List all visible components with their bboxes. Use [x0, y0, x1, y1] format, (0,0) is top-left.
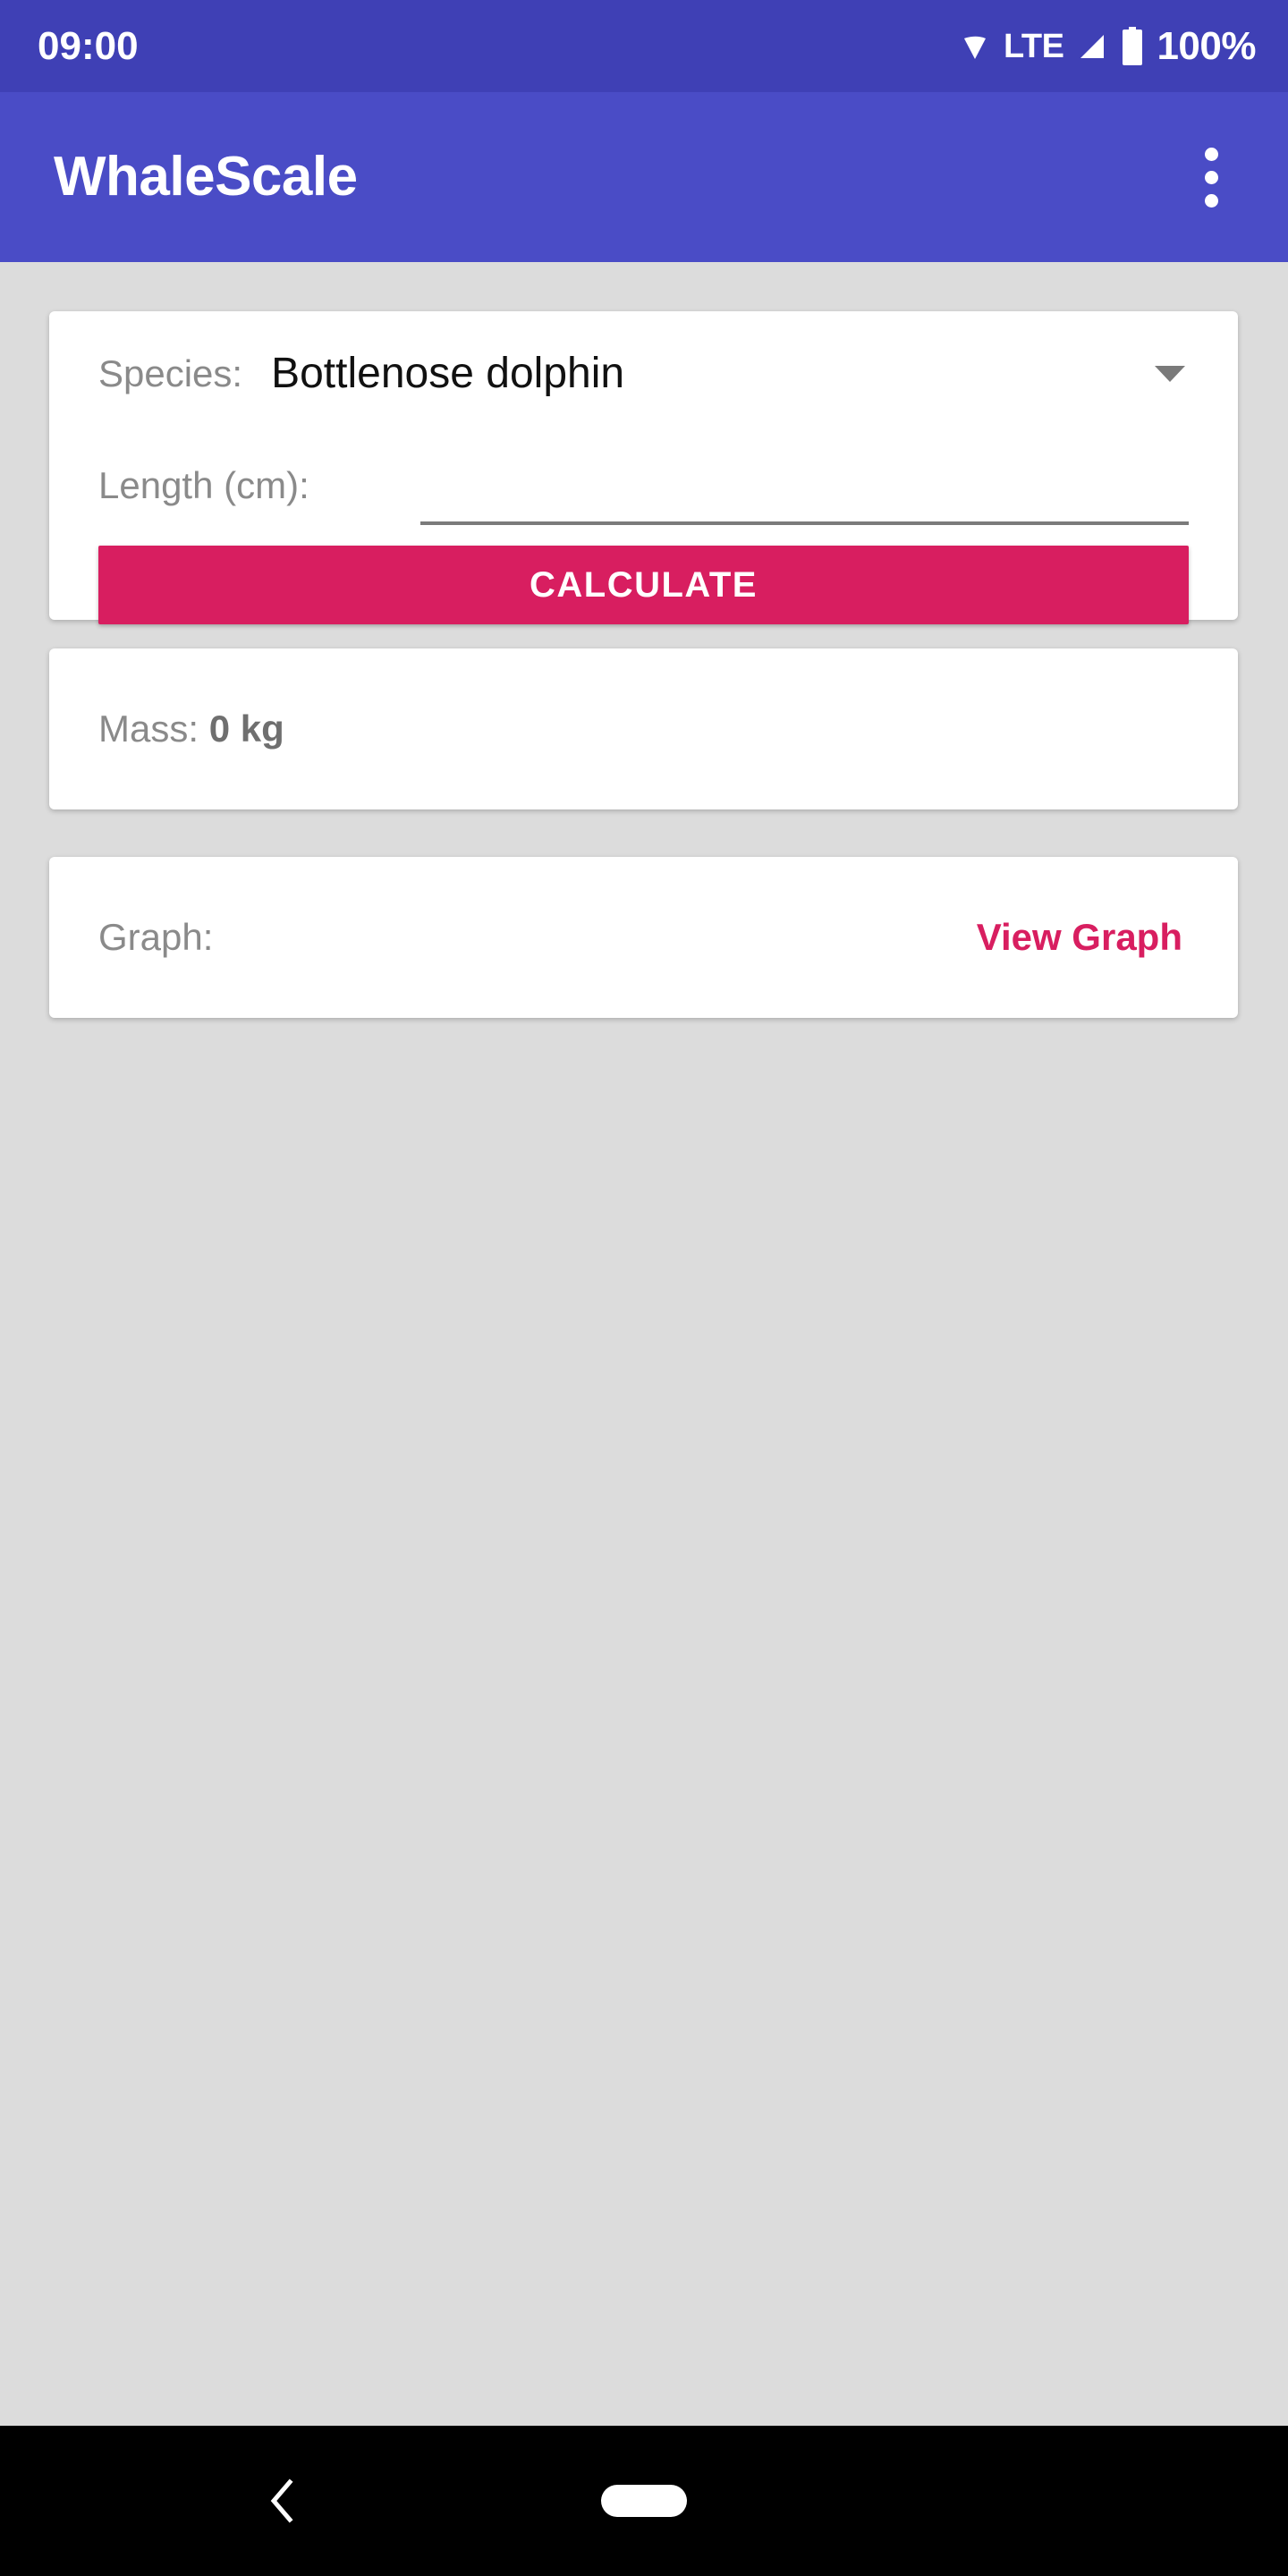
calculate-button[interactable]: CALCULATE — [98, 546, 1189, 624]
battery-icon — [1121, 26, 1144, 66]
length-input-wrapper — [419, 446, 1189, 525]
overflow-menu-icon[interactable] — [1175, 132, 1247, 222]
species-row: Species: Bottlenose dolphin — [49, 311, 1238, 436]
status-bar: 09:00 LTE 100% — [0, 0, 1288, 92]
wifi-icon — [957, 29, 993, 64]
graph-label: Graph: — [98, 916, 214, 958]
input-card: Species: Bottlenose dolphin Length (cm):… — [49, 311, 1238, 624]
species-label: Species: — [98, 352, 243, 394]
system-navigation-bar — [0, 2426, 1288, 2576]
mass-readout: Mass: 0 kg — [98, 710, 284, 748]
home-pill-icon[interactable] — [601, 2485, 687, 2517]
app-title: WhaleScale — [54, 146, 358, 208]
back-chevron-icon[interactable] — [242, 2461, 322, 2541]
chevron-down-icon[interactable] — [1155, 366, 1185, 382]
species-dropdown[interactable]: Bottlenose dolphin — [271, 352, 1155, 395]
view-graph-link[interactable]: View Graph — [977, 919, 1182, 956]
battery-percent-label: 100% — [1157, 23, 1256, 68]
mass-label: Mass: — [98, 708, 199, 750]
network-type-label: LTE — [1004, 27, 1064, 65]
graph-card: Graph: View Graph — [49, 857, 1238, 1018]
status-bar-indicators: LTE 100% — [957, 23, 1256, 68]
main-content: Species: Bottlenose dolphin Length (cm):… — [0, 262, 1288, 2426]
length-label: Length (cm): — [98, 464, 309, 506]
mass-value: 0 kg — [208, 708, 284, 750]
overflow-dot — [1204, 193, 1218, 208]
length-input[interactable] — [419, 450, 1189, 525]
mass-card: Mass: 0 kg — [49, 648, 1238, 809]
app-bar: WhaleScale — [0, 92, 1288, 262]
signal-icon — [1074, 29, 1110, 64]
overflow-dot — [1204, 170, 1218, 184]
overflow-dot — [1204, 147, 1218, 161]
phone-screen: 09:00 LTE 100% WhaleScale Species: Bottl… — [0, 0, 1288, 2576]
status-bar-clock: 09:00 — [38, 23, 139, 68]
length-row: Length (cm): — [49, 436, 1238, 535]
